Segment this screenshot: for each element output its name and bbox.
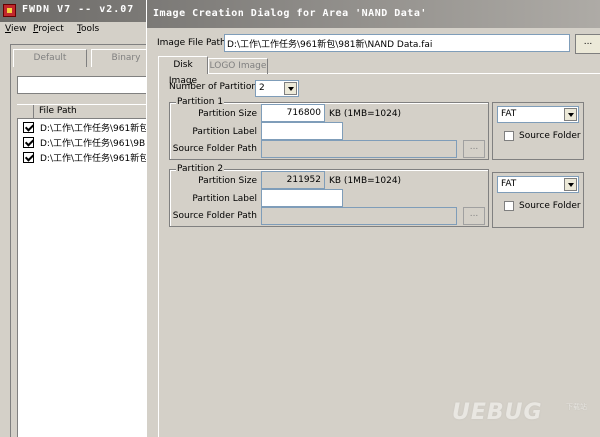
file-list[interactable]: D:\工作\工作任务\961新包 D:\工作\工作任务\961\9B D:\工作…	[17, 119, 157, 437]
partition-1-options: FAT Source Folder	[492, 102, 584, 160]
partition-2-options: FAT Source Folder	[492, 172, 584, 228]
partition-1-label-label: Partition Label	[192, 127, 257, 137]
number-of-partition-select[interactable]: 2	[255, 80, 299, 97]
partition-2-source-folder-label[interactable]: Source Folder	[519, 201, 581, 211]
file-list-header: File Path	[17, 104, 157, 119]
partition-1-source-label: Source Folder Path	[172, 144, 257, 154]
menu-tools[interactable]: Tools	[77, 24, 99, 34]
partition-2-label-label: Partition Label	[192, 194, 257, 204]
menu-bar: View Project Tools	[0, 22, 150, 38]
image-creation-dialog: Image Creation Dialog for Area 'NAND Dat…	[146, 0, 600, 437]
file-row-path: D:\工作\工作任务\961新包	[40, 154, 149, 164]
partition-1-source-browse-button[interactable]: ...	[463, 140, 485, 158]
file-list-check-column[interactable]	[17, 105, 34, 119]
file-row-path: D:\工作\工作任务\961\9B	[40, 139, 146, 149]
partition-2-source-label: Source Folder Path	[172, 211, 257, 221]
partition-1-source-folder-checkbox[interactable]	[504, 131, 514, 141]
partition-2-source-browse-button[interactable]: ...	[463, 207, 485, 225]
file-row-checkbox[interactable]	[23, 122, 34, 133]
partition-1-size-label: Partition Size	[198, 109, 257, 119]
dialog-titlebar[interactable]: Image Creation Dialog for Area 'NAND Dat…	[147, 0, 600, 28]
partition-2-source-input	[261, 207, 457, 225]
partition-1-label-input[interactable]	[261, 122, 343, 140]
file-list-row[interactable]: D:\工作\工作任务\961新包	[18, 120, 158, 135]
app-icon	[3, 4, 16, 17]
tab-default[interactable]: Default	[13, 49, 87, 67]
file-list-row[interactable]: D:\工作\工作任务\961新包	[18, 150, 158, 165]
partition-1-source-input	[261, 140, 457, 158]
partition-2-size-input: 211952	[261, 171, 325, 189]
partition-1-source-folder-label[interactable]: Source Folder	[519, 131, 581, 141]
image-file-path-label: Image File Path:	[157, 38, 229, 48]
watermark-sub: 下载站	[566, 403, 587, 411]
image-file-browse-button[interactable]: ...	[575, 34, 600, 54]
partition-1-size-unit: KB (1MB=1024)	[329, 109, 402, 119]
file-list-column-file-path[interactable]: File Path	[39, 106, 77, 116]
file-list-row[interactable]: D:\工作\工作任务\961\9B	[18, 135, 158, 150]
chevron-down-icon[interactable]	[564, 108, 577, 121]
partition-1-filesystem-value: FAT	[501, 109, 517, 119]
number-of-partition-value: 2	[259, 83, 265, 93]
partition-2-source-folder-checkbox[interactable]	[504, 201, 514, 211]
main-path-input[interactable]	[17, 76, 157, 94]
file-row-checkbox[interactable]	[23, 152, 34, 163]
partition-1-title: Partition 1	[176, 97, 225, 107]
partition-2-title: Partition 2	[176, 164, 225, 174]
tab-disk-image[interactable]: Disk Image	[158, 56, 208, 86]
partition-2-size-label: Partition Size	[198, 176, 257, 186]
main-window-title: FWDN V7 -- v2.07	[22, 4, 135, 15]
partition-1-filesystem-select[interactable]: FAT	[497, 106, 579, 123]
chevron-down-icon[interactable]	[284, 82, 297, 95]
image-file-path-input[interactable]: D:\工作\工作任务\961新包\981新\NAND Data.fai	[224, 34, 570, 52]
partition-2-filesystem-select[interactable]: FAT	[497, 176, 579, 193]
partition-1-size-input[interactable]: 716800	[261, 104, 325, 122]
file-row-checkbox[interactable]	[23, 137, 34, 148]
menu-project[interactable]: Project	[33, 24, 64, 34]
tab-logo-image[interactable]: LOGO Image	[208, 58, 268, 74]
dialog-title: Image Creation Dialog for Area 'NAND Dat…	[153, 8, 427, 19]
menu-view[interactable]: View	[5, 24, 26, 34]
file-row-path: D:\工作\工作任务\961新包	[40, 124, 149, 134]
partition-2-size-unit: KB (1MB=1024)	[329, 176, 402, 186]
partition-2-filesystem-value: FAT	[501, 179, 517, 189]
partition-2-label-input[interactable]	[261, 189, 343, 207]
chevron-down-icon[interactable]	[564, 178, 577, 191]
